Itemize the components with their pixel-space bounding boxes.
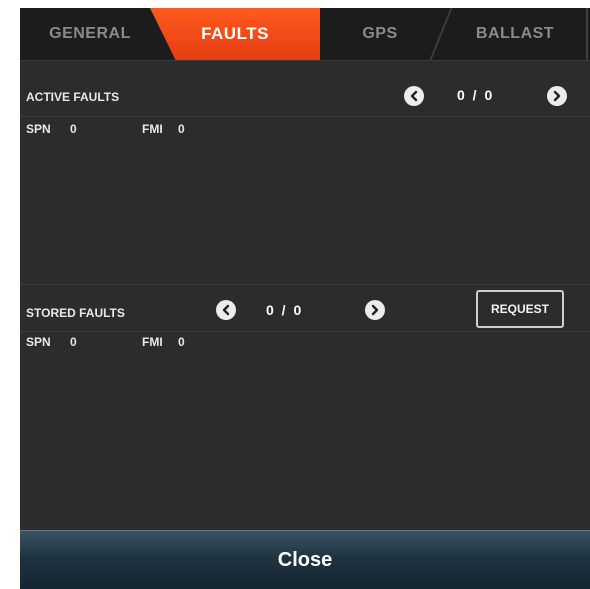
tab-gps[interactable]: GPS [320,8,440,60]
tab-faults[interactable]: FAULTS [150,8,320,60]
active-faults-prev-button[interactable] [404,86,424,106]
active-fmi-value: 0 [178,122,185,136]
close-button[interactable]: Close [20,530,590,589]
stored-spn-label: SPN [26,335,51,349]
stored-spn-value: 0 [70,335,77,349]
tab-divider [586,8,588,60]
stored-faults-counter: 0 / 0 [266,302,304,318]
stored-faults-prev-button[interactable] [216,300,236,320]
active-spn-label: SPN [26,122,51,136]
divider [20,284,590,285]
stored-faults-next-button[interactable] [365,300,385,320]
request-button[interactable]: REQUEST [476,290,564,328]
chevron-left-icon [222,304,230,316]
active-faults-counter: 0 / 0 [457,87,495,103]
faults-panel: GENERAL FAULTS GPS BALLAST ACTIVE FAULTS… [20,8,590,588]
divider [20,331,590,332]
chevron-right-icon [553,90,561,102]
tab-ballast[interactable]: BALLAST [450,8,580,60]
active-fmi-label: FMI [142,122,163,136]
active-faults-title: ACTIVE FAULTS [26,90,120,104]
active-faults-next-button[interactable] [547,86,567,106]
stored-fmi-value: 0 [178,335,185,349]
tab-bar: GENERAL FAULTS GPS BALLAST [20,8,590,61]
stored-faults-title: STORED FAULTS [26,306,125,320]
chevron-left-icon [410,90,418,102]
active-spn-value: 0 [70,122,77,136]
stored-fmi-label: FMI [142,335,163,349]
tab-general[interactable]: GENERAL [20,8,160,60]
divider [20,116,590,117]
chevron-right-icon [371,304,379,316]
